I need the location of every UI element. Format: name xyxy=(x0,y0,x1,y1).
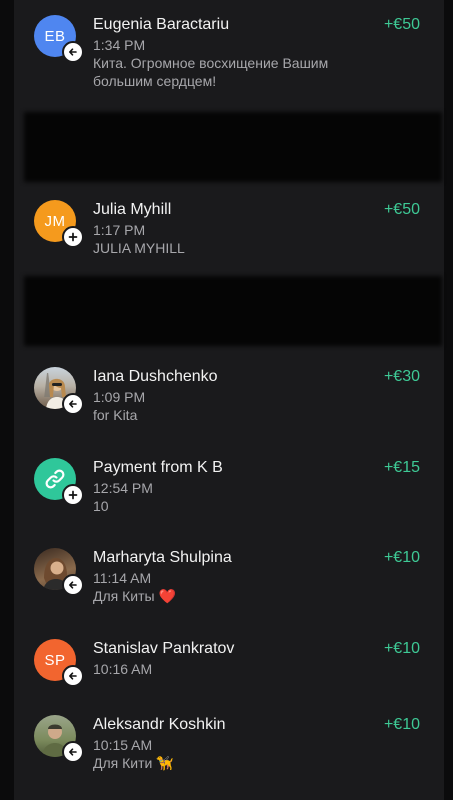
transactions-panel: EB Eugenia Baractariu 1:34 PM Кита. Огро… xyxy=(14,0,444,800)
transaction-name: Payment from K B xyxy=(93,459,223,476)
arrow-left-icon xyxy=(62,741,84,763)
transaction-name: Eugenia Baractariu xyxy=(93,16,230,33)
transaction-name: Julia Myhill xyxy=(93,201,172,218)
avatar-container: JM xyxy=(34,200,84,248)
avatar-container xyxy=(34,548,84,596)
transaction-name: Iana Dushchenko xyxy=(93,368,218,385)
transaction-row[interactable]: SP Stanislav Pankratov 10:16 AM +€10 xyxy=(14,639,444,719)
transaction-amount: +€10 xyxy=(383,716,420,733)
note-text: Для Киты xyxy=(93,588,155,604)
transaction-name: Aleksandr Koshkin xyxy=(93,716,226,733)
avatar-container: EB xyxy=(34,15,84,63)
guide-dog-emoji: 🦮 xyxy=(156,755,174,771)
note-text: Для Кити xyxy=(93,755,153,771)
transaction-amount: +€10 xyxy=(383,640,420,657)
transaction-row[interactable]: Iana Dushchenko 1:09 PM for Kita +€30 xyxy=(14,367,444,447)
redacted-block xyxy=(24,276,442,346)
transaction-row[interactable]: JM Julia Myhill 1:17 PM JULIA MYHILL +€5… xyxy=(14,200,444,280)
transaction-note: JULIA MYHILL xyxy=(93,240,185,256)
transaction-amount: +€50 xyxy=(383,16,420,33)
plus-icon xyxy=(62,226,84,248)
transaction-amount: +€15 xyxy=(383,459,420,476)
transaction-row[interactable]: Marharyta Shulpina 11:14 AM Для Киты ❤️ … xyxy=(14,548,444,628)
transaction-time: 10:15 AM xyxy=(93,737,153,753)
transaction-note: Кита. Огромное восхищение Вашим большим … xyxy=(93,55,329,89)
arrow-left-icon xyxy=(62,41,84,63)
transaction-time: 1:17 PM xyxy=(93,222,146,238)
transaction-amount: +€30 xyxy=(383,368,420,385)
transaction-note: for Kita xyxy=(93,407,138,423)
arrow-left-icon xyxy=(62,393,84,415)
transaction-amount: +€50 xyxy=(383,201,420,218)
transaction-time: 10:16 AM xyxy=(93,661,153,677)
transaction-row[interactable]: Payment from K B 12:54 PM 10 +€15 xyxy=(14,458,444,538)
arrow-left-icon xyxy=(62,574,84,596)
transaction-amount: +€10 xyxy=(383,549,420,566)
transaction-note: Для Кити 🦮 xyxy=(93,754,383,772)
transaction-time: 11:14 AM xyxy=(93,570,152,586)
heart-emoji: ❤️ xyxy=(158,588,176,604)
redacted-block xyxy=(24,112,442,182)
transaction-note: Для Киты ❤️ xyxy=(93,587,383,605)
avatar-container xyxy=(34,458,84,506)
plus-icon xyxy=(62,484,84,506)
avatar-container xyxy=(34,367,84,415)
avatar-container xyxy=(34,715,84,763)
transaction-time: 1:09 PM xyxy=(93,389,146,405)
transaction-name: Marharyta Shulpina xyxy=(93,549,232,566)
transaction-time: 12:54 PM xyxy=(93,480,153,496)
transaction-name: Stanislav Pankratov xyxy=(93,640,235,657)
avatar-container: SP xyxy=(34,639,84,687)
transaction-time: 1:34 PM xyxy=(93,37,146,53)
transaction-row[interactable]: Aleksandr Koshkin 10:15 AM Для Кити 🦮 +€… xyxy=(14,715,444,795)
arrow-left-icon xyxy=(62,665,84,687)
transaction-row[interactable]: EB Eugenia Baractariu 1:34 PM Кита. Огро… xyxy=(14,15,444,95)
transaction-note: 10 xyxy=(93,498,109,514)
